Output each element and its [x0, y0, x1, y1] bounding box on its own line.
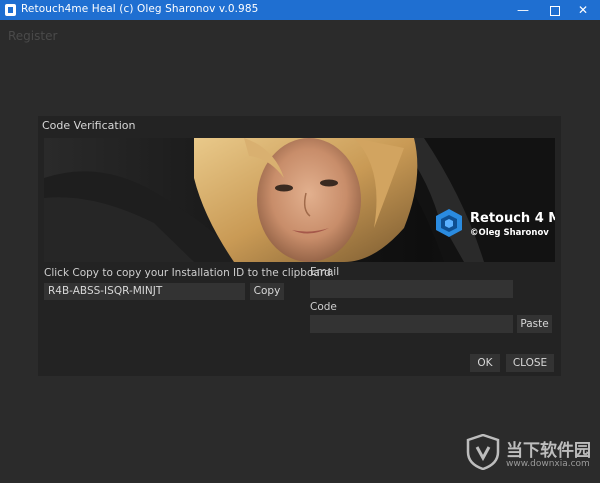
- register-menu[interactable]: Register: [8, 29, 57, 43]
- minimize-button[interactable]: —: [506, 0, 540, 20]
- ok-button[interactable]: OK: [470, 354, 500, 372]
- installation-id-field[interactable]: R4B-ABSS-ISQR-MINJT: [44, 283, 245, 300]
- window-title: Retouch4me Heal (c) Oleg Sharonov v.0.98…: [21, 3, 259, 15]
- dialog-title: Code Verification: [42, 119, 136, 132]
- watermark-shield-icon: [466, 434, 500, 470]
- close-button[interactable]: CLOSE: [506, 354, 554, 372]
- app-icon: [5, 4, 16, 16]
- code-label: Code: [310, 301, 337, 313]
- code-input[interactable]: [310, 315, 513, 333]
- copy-button[interactable]: Copy: [250, 283, 284, 300]
- watermark-name: 当下软件园: [506, 441, 591, 461]
- logo-cube-icon: [436, 209, 462, 237]
- code-verification-dialog: Code Verification Retouch 4 M ©Oleg Shar…: [38, 116, 561, 376]
- maximize-icon: [550, 5, 560, 16]
- watermark: 当下软件园 www.downxia.com: [462, 434, 598, 480]
- window-close-button[interactable]: ✕: [566, 0, 600, 20]
- logo-copyright: ©Oleg Sharonov: [470, 228, 549, 238]
- instruction-text: Click Copy to copy your Installation ID …: [44, 267, 334, 279]
- retouch4me-logo: Retouch 4 Me ©Oleg Sharonov: [434, 204, 555, 244]
- banner-image: Retouch 4 Me ©Oleg Sharonov: [44, 138, 555, 262]
- paste-button[interactable]: Paste: [517, 315, 552, 333]
- email-input[interactable]: [310, 280, 513, 298]
- email-label: Email: [310, 266, 340, 278]
- watermark-url: www.downxia.com: [506, 459, 590, 469]
- title-bar: Retouch4me Heal (c) Oleg Sharonov v.0.98…: [0, 0, 600, 20]
- logo-name: Retouch 4 Me: [470, 211, 555, 226]
